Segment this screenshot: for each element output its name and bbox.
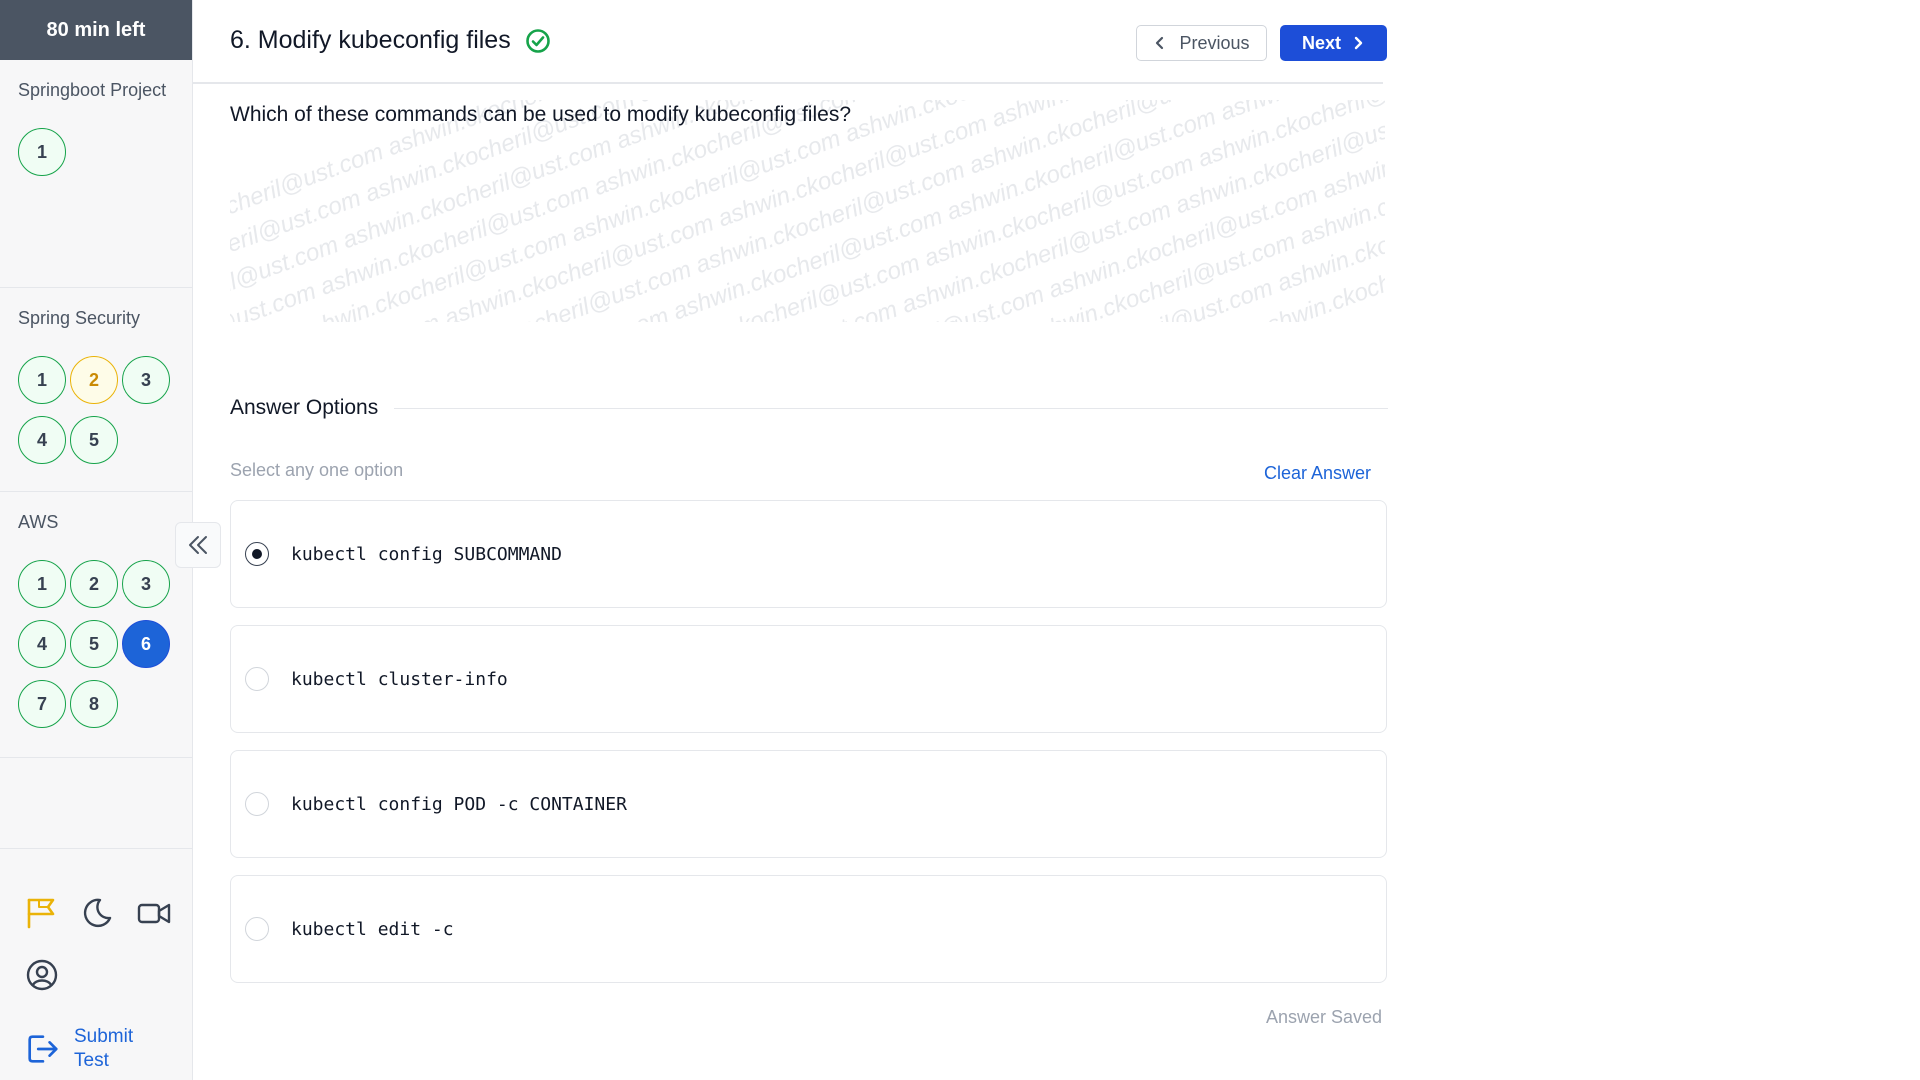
- answer-saved-status: Answer Saved: [1266, 1007, 1383, 1027]
- question-list: 1: [18, 128, 178, 176]
- section-title: Spring Security: [18, 308, 141, 328]
- collapse-sidebar-button[interactable]: [175, 522, 221, 568]
- previous-label: Previous: [1179, 32, 1250, 53]
- next-label: Next: [1301, 32, 1341, 53]
- submit-test-button[interactable]: Submit Test: [24, 1025, 170, 1073]
- answer-options-title: Answer Options: [230, 396, 379, 419]
- radio[interactable]: [245, 792, 269, 816]
- answer-option[interactable]: kubectl config SUBCOMMAND: [230, 500, 1387, 608]
- question-button[interactable]: 4: [18, 416, 66, 464]
- answer-option[interactable]: kubectl config POD -c CONTAINER: [230, 750, 1387, 858]
- radio-selected[interactable]: [245, 542, 269, 566]
- question-header: 6. Modify kubeconfig files Previous Next: [193, 0, 1387, 84]
- chevron-left-icon: [1156, 36, 1164, 50]
- question-button[interactable]: 5: [70, 416, 118, 464]
- section-title: Springboot Project: [18, 80, 167, 100]
- flag-icon[interactable]: [24, 895, 58, 931]
- question-button-review[interactable]: 2: [70, 356, 118, 404]
- question-button[interactable]: 1: [18, 128, 66, 176]
- user-circle-icon[interactable]: [24, 957, 60, 993]
- clear-answer-button[interactable]: Clear Answer: [1264, 463, 1371, 484]
- radio[interactable]: [245, 667, 269, 691]
- question-button[interactable]: 4: [18, 620, 66, 668]
- option-text: kubectl config SUBCOMMAND: [291, 543, 562, 565]
- question-button[interactable]: 5: [70, 620, 118, 668]
- question-text: Which of these commands can be used to m…: [230, 103, 851, 126]
- video-camera-icon[interactable]: [136, 895, 172, 931]
- question-button-current[interactable]: 6: [122, 620, 170, 668]
- option-text: kubectl edit -c: [291, 918, 454, 940]
- tool-icons: [24, 893, 172, 933]
- next-button[interactable]: Next: [1280, 25, 1387, 61]
- question-button[interactable]: 3: [122, 560, 170, 608]
- watermark: ashwin.ckocheril@ust.com ashwin.ckocheri…: [230, 100, 1385, 322]
- question-button[interactable]: 8: [70, 680, 118, 728]
- question-list: 1 2 3 4 5 6 7 8: [18, 560, 178, 728]
- option-text: kubectl cluster-info: [291, 668, 508, 690]
- question-button[interactable]: 1: [18, 356, 66, 404]
- profile-row: [24, 955, 170, 995]
- timer: 80 min left: [0, 0, 192, 60]
- divider: [394, 407, 1388, 409]
- chevron-right-icon: [1354, 36, 1363, 50]
- moon-icon[interactable]: [80, 895, 114, 931]
- option-text: kubectl config POD -c CONTAINER: [291, 793, 627, 815]
- sidebar-tools: Submit Test: [0, 848, 192, 1073]
- double-chevron-left-icon: [189, 536, 207, 554]
- answer-option[interactable]: kubectl edit -c: [230, 875, 1387, 983]
- submit-test-label: Submit Test: [74, 1026, 134, 1071]
- selection-hint: Select any one option: [230, 460, 404, 480]
- answer-options-heading: Answer Options: [230, 396, 1388, 420]
- check-circle-icon: [525, 28, 550, 53]
- section-title: AWS: [18, 512, 59, 532]
- question-button[interactable]: 2: [70, 560, 118, 608]
- question-list: 1 2 3 4 5: [18, 356, 178, 464]
- sidebar: 80 min left Springboot Project 1 Spring …: [0, 0, 193, 1080]
- section-springboot-project: Springboot Project 1: [0, 60, 192, 288]
- question-button[interactable]: 7: [18, 680, 66, 728]
- question-title: 6. Modify kubeconfig files: [230, 26, 551, 55]
- previous-button[interactable]: Previous: [1136, 25, 1267, 61]
- answer-option[interactable]: kubectl cluster-info: [230, 625, 1387, 733]
- section-aws: AWS 1 2 3 4 5 6 7 8: [0, 492, 192, 758]
- question-area: ashwin.ckocheril@ust.com ashwin.ckocheri…: [230, 100, 1385, 322]
- logout-icon: [24, 1031, 60, 1067]
- radio[interactable]: [245, 917, 269, 941]
- question-button[interactable]: 1: [18, 560, 66, 608]
- question-title-text: 6. Modify kubeconfig files: [230, 26, 511, 54]
- section-spring-security: Spring Security 1 2 3 4 5: [0, 288, 192, 492]
- question-button[interactable]: 3: [122, 356, 170, 404]
